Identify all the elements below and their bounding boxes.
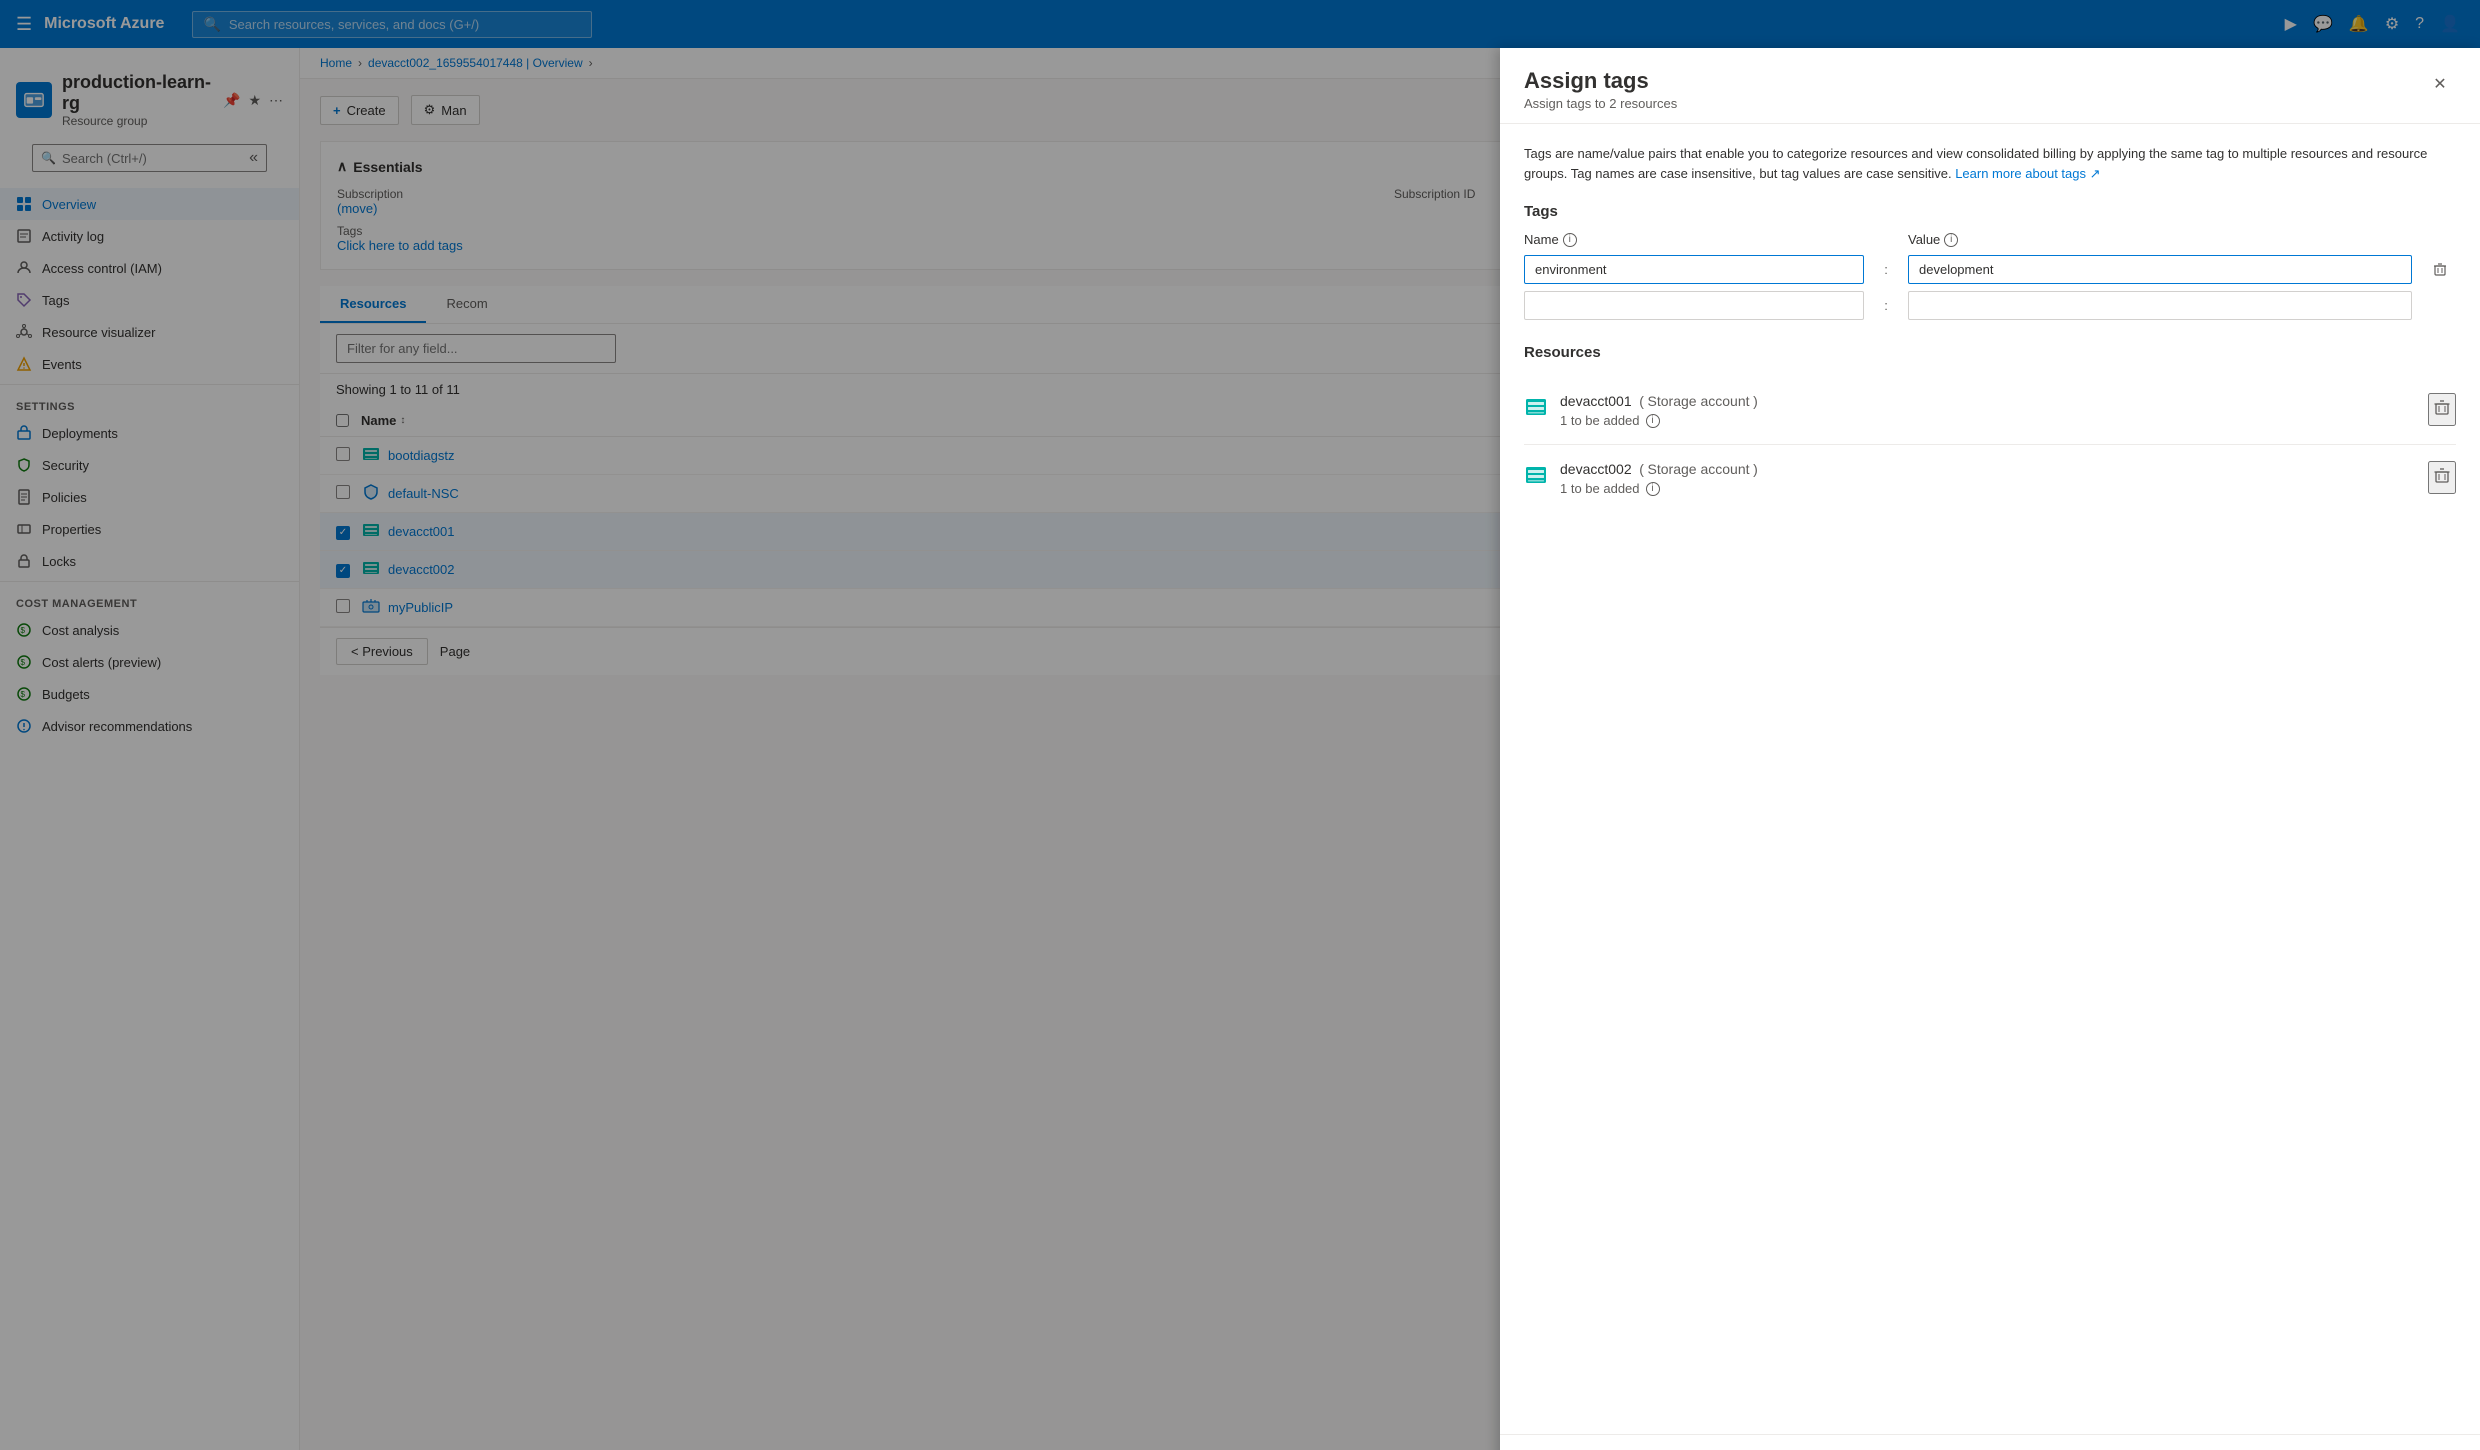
- tag1-name-input[interactable]: [1524, 255, 1864, 284]
- resource-2-delete-button[interactable]: [2428, 461, 2456, 494]
- modal-subtitle: Assign tags to 2 resources: [1524, 96, 1677, 111]
- modal-close-button[interactable]: ✕: [2424, 68, 2456, 100]
- tag-row-1: :: [1524, 253, 2456, 285]
- resource-1-delete-button[interactable]: [2428, 393, 2456, 426]
- resource-1-info: devacct001 ( Storage account ) 1 to be a…: [1560, 393, 2428, 428]
- resource-1-info-icon[interactable]: i: [1646, 414, 1660, 428]
- tag2-name-input[interactable]: [1524, 291, 1864, 320]
- resource-1-status: 1 to be added i: [1560, 413, 2428, 428]
- resources-section: Resources devacct001: [1524, 344, 2456, 512]
- resource-2-info: devacct002 ( Storage account ) 1 to be a…: [1560, 461, 2428, 496]
- assign-tags-panel: Assign tags Assign tags to 2 resources ✕…: [1500, 48, 2480, 1450]
- resource-2-info-icon[interactable]: i: [1646, 482, 1660, 496]
- modal-title: Assign tags: [1524, 68, 1677, 94]
- name-info-icon[interactable]: i: [1563, 233, 1577, 247]
- value-col-label: Value i: [1908, 232, 2412, 247]
- resource-1-type-close: ): [1753, 393, 1758, 409]
- modal-description: Tags are name/value pairs that enable yo…: [1524, 144, 2456, 183]
- tag-sep-1: :: [1876, 262, 1896, 277]
- resources-section-title: Resources: [1524, 344, 2456, 361]
- resource-1-name: devacct001 ( Storage account ): [1560, 393, 2428, 409]
- resource-2-type: Storage account: [1648, 461, 1750, 477]
- learn-more-link[interactable]: Learn more about tags ↗: [1955, 166, 2100, 181]
- tag-row-2: :: [1524, 291, 2456, 320]
- name-col-label: Name i: [1524, 232, 1864, 247]
- tag-sep-2: :: [1876, 298, 1896, 313]
- value-info-icon[interactable]: i: [1944, 233, 1958, 247]
- tag1-value-input[interactable]: [1908, 255, 2412, 284]
- modal-overlay[interactable]: Assign tags Assign tags to 2 resources ✕…: [0, 0, 2480, 1450]
- modal-footer: Save Cancel: [1500, 1434, 2480, 1450]
- resource-1-type: Storage account: [1648, 393, 1750, 409]
- resource-item-2: devacct002 ( Storage account ) 1 to be a…: [1524, 445, 2456, 512]
- resource-item-1: devacct001 ( Storage account ) 1 to be a…: [1524, 377, 2456, 445]
- tags-section-title: Tags: [1524, 203, 2456, 220]
- tags-table-header: Name i Value i: [1524, 232, 2456, 247]
- resource-1-type-parens: (: [1639, 393, 1644, 409]
- resource-2-name: devacct002 ( Storage account ): [1560, 461, 2428, 477]
- resource-2-type-close: ): [1753, 461, 1758, 477]
- modal-header: Assign tags Assign tags to 2 resources ✕: [1500, 48, 2480, 124]
- modal-header-text: Assign tags Assign tags to 2 resources: [1524, 68, 1677, 111]
- tag2-value-input[interactable]: [1908, 291, 2412, 320]
- resource-2-type-parens: (: [1639, 461, 1644, 477]
- tag1-delete-button[interactable]: [2424, 253, 2456, 285]
- resource-2-status: 1 to be added i: [1560, 481, 2428, 496]
- resource-2-icon: [1524, 463, 1548, 490]
- modal-body: Tags are name/value pairs that enable yo…: [1500, 124, 2480, 1434]
- resource-1-icon: [1524, 395, 1548, 422]
- tags-section: Tags Name i Value i: [1524, 203, 2456, 320]
